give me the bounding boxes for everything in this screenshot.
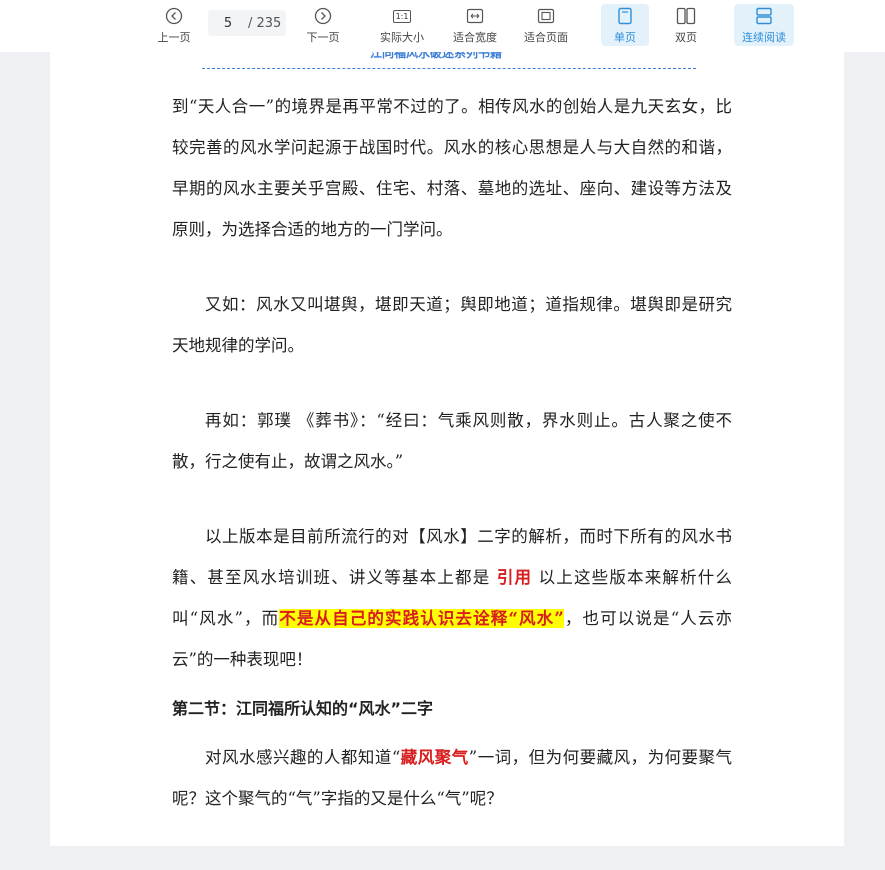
prev-page-label: 上一页 [157, 31, 191, 44]
paragraph-3-text: 再如：郭璞 《葬书》：“经曰：气乘风则散，界水则止。古人聚之使不散，行之使有止，… [172, 411, 732, 471]
paragraph-3: 再如：郭璞 《葬书》：“经曰：气乘风则散，界水则止。古人聚之使不散，行之使有止，… [172, 400, 732, 482]
single-page-label: 单页 [614, 31, 636, 44]
paragraph-1: 到“天人合一”的境界是再平常不过的了。相传风水的创始人是九天玄女，比较完善的风水… [172, 97, 732, 239]
actual-size-label: 实际大小 [380, 31, 424, 44]
paragraph-4: 以上版本是目前所流行的对【风水】二字的解析，而时下所有的风水书籍、甚至风水培训班… [172, 516, 732, 680]
continuous-read-icon [755, 4, 773, 28]
next-page-button[interactable]: 下一页 [301, 4, 345, 46]
double-page-label: 双页 [675, 31, 697, 44]
paragraph-5-text-a: 对风水感兴趣的人都知道“ [205, 748, 401, 767]
term-emphasis: 藏风聚气 [400, 748, 469, 767]
paragraph-5: 对风水感兴趣的人都知道“藏风聚气”一词，但为何要藏风，为何要聚气呢？这个聚气的“… [172, 737, 732, 819]
paragraph-2: 又如：风水又叫堪舆，堪即天道；舆即地道；道指规律。堪舆即是研究天地规律的学问。 [172, 284, 732, 366]
current-page-input[interactable]: 5 [208, 16, 248, 31]
actual-size-icon: 1:1 [392, 4, 412, 28]
document-content: 到“天人合一”的境界是再平常不过的了。相传风水的创始人是九天玄女，比较完善的风水… [172, 86, 732, 819]
prev-page-button[interactable]: 上一页 [152, 4, 196, 46]
bottom-bar [0, 846, 885, 870]
single-page-icon [617, 4, 633, 28]
fit-page-button[interactable]: 适合页面 [518, 4, 574, 46]
continuous-read-button[interactable]: 连续阅读 [734, 4, 794, 46]
fit-width-icon [466, 4, 484, 28]
header-divider [202, 68, 696, 69]
reader-toolbar: 上一页 5 / 235 下一页 1:1 实际大小 适合宽度 适合页面 单页 双页… [0, 0, 885, 52]
chevron-left-circle-icon [165, 4, 183, 28]
fit-width-button[interactable]: 适合宽度 [447, 4, 503, 46]
chevron-right-circle-icon [314, 4, 332, 28]
total-pages: / 235 [248, 15, 282, 31]
page-number-box[interactable]: 5 / 235 [208, 10, 286, 36]
fit-page-label: 适合页面 [524, 31, 568, 44]
single-page-button[interactable]: 单页 [601, 4, 649, 46]
fit-page-icon [537, 4, 555, 28]
highlighted-text: 不是从自己的实践认识去诠释“风水” [279, 609, 564, 628]
double-page-icon [676, 4, 696, 28]
quote-emphasis: 引用 [496, 568, 533, 587]
actual-size-button[interactable]: 1:1 实际大小 [374, 4, 430, 46]
continuous-read-label: 连续阅读 [742, 31, 786, 44]
paragraph-2-text: 又如：风水又叫堪舆，堪即天道；舆即地道；道指规律。堪舆即是研究天地规律的学问。 [172, 295, 732, 355]
double-page-button[interactable]: 双页 [663, 4, 709, 46]
section-heading: 第二节：江同福所认知的“风水”二字 [172, 699, 434, 718]
fit-width-label: 适合宽度 [453, 31, 497, 44]
next-page-label: 下一页 [306, 31, 340, 44]
